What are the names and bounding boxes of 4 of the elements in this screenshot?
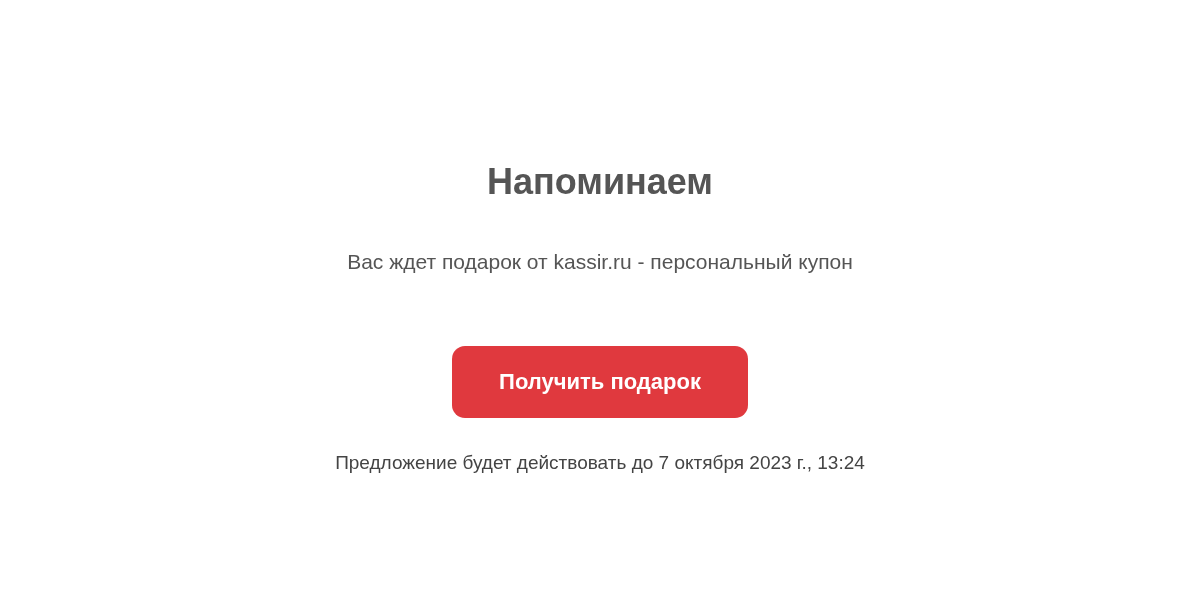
- get-gift-button[interactable]: Получить подарок: [452, 346, 748, 418]
- message-text: Вас ждет подарок от kassir.ru - персональный купон: [347, 249, 853, 275]
- heading: Напоминаем: [487, 160, 713, 204]
- offer-expiry-text: Предложение будет действовать до 7 октября 2023 г., 13:24: [335, 451, 865, 475]
